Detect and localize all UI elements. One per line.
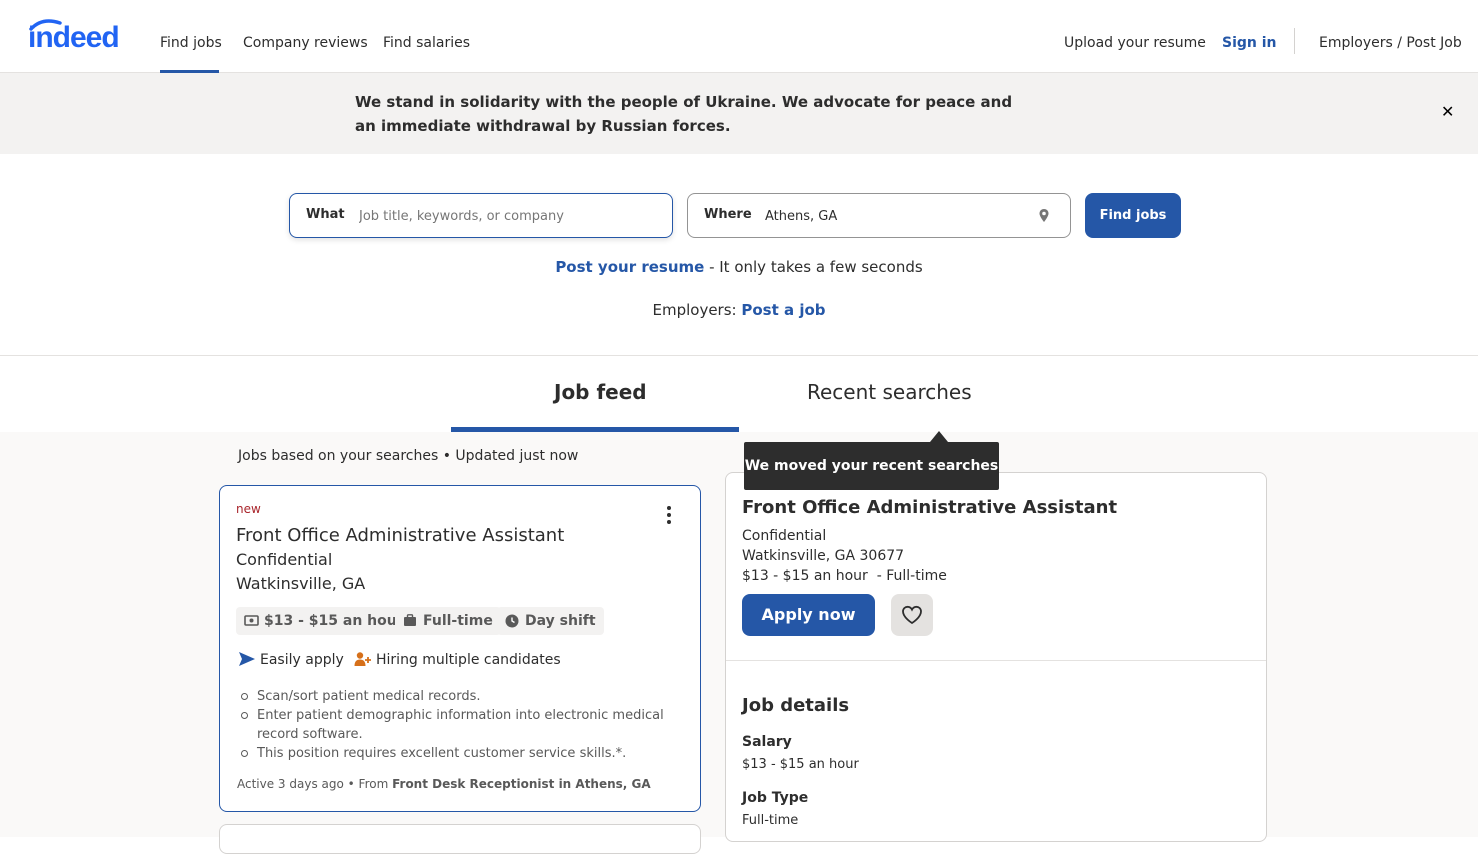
tooltip-arrow [930,431,948,442]
card-footer: Active 3 days ago • From Front Desk Rece… [237,777,651,791]
employers-post-job-link[interactable]: Employers / Post Job [1319,33,1462,53]
job-card[interactable]: new Front Office Administrative Assistan… [219,485,701,812]
banner-message: We stand in solidarity with the people o… [355,93,1013,135]
list-item: Enter patient demographic information in… [241,706,677,744]
header-divider [1294,28,1295,54]
salary-label: Salary [742,734,792,750]
find-jobs-button[interactable]: Find jobs [1085,193,1181,238]
salary-value: $13 - $15 an hour [742,757,859,772]
next-job-card[interactable] [219,824,701,854]
shift-chip-text: Day shift [525,613,596,629]
company-name: Confidential [236,550,333,569]
job-type-label: Job Type [742,790,809,806]
detail-job-title: Front Office Administrative Assistant [742,497,1118,518]
briefcase-icon [404,614,416,626]
job-location: Watkinsville, GA [236,574,366,593]
salary-chip: $13 - $15 an hour [236,607,412,635]
job-type-chip-text: Full-time [423,613,493,629]
indeed-logo-mark: indeed [28,19,120,54]
post-resume-text: - It only takes a few seconds [704,258,923,276]
top-header: indeed Find jobs Company reviews Find sa… [0,0,1478,73]
detail-header: Front Office Administrative Assistant Co… [726,473,1266,661]
post-a-job-link[interactable]: Post a job [741,301,825,319]
heart-icon [902,605,922,625]
where-search-box[interactable]: Where [687,193,1071,238]
easily-apply-text: Easily apply [260,652,344,668]
nav-find-jobs[interactable]: Find jobs [160,33,222,53]
tabs-divider [0,355,1478,356]
feed-meta: Jobs based on your searches • Updated ju… [238,448,579,464]
apply-now-button[interactable]: Apply now [742,594,875,636]
sign-in-link[interactable]: Sign in [1222,33,1277,53]
indeed-logo[interactable]: indeed [28,17,134,54]
job-type-value: Full-time [742,813,799,828]
active-date: Active 3 days ago • From [237,777,393,791]
hiring-multiple-text: Hiring multiple candidates [376,652,561,668]
easily-apply-flag: Easily apply [239,650,344,670]
job-detail-panel: Front Office Administrative Assistant Co… [725,472,1267,842]
upload-resume-link[interactable]: Upload your resume [1064,33,1206,53]
job-type-chip: Full-time [395,607,501,635]
post-resume-link[interactable]: Post your resume [555,258,704,276]
money-icon [244,615,259,626]
job-title[interactable]: Front Office Administrative Assistant [236,524,564,548]
what-input[interactable] [359,203,659,229]
shift-chip: Day shift [497,607,604,635]
employers-line: Employers: Post a job [0,301,1478,319]
ukraine-banner: We stand in solidarity with the people o… [0,73,1478,154]
nav-find-salaries[interactable]: Find salaries [383,33,470,53]
save-job-button[interactable] [891,594,933,636]
tab-recent-searches[interactable]: Recent searches [807,378,972,406]
list-item: Scan/sort patient medical records. [241,687,677,706]
where-label: Where [704,207,752,222]
clock-icon [505,614,519,628]
job-snippet-list: Scan/sort patient medical records. Enter… [241,687,677,763]
what-label: What [306,207,345,222]
location-pin-icon [1039,209,1049,222]
hiring-multiple-flag: Hiring multiple candidates [354,650,561,670]
salary-chip-text: $13 - $15 an hour [264,613,404,629]
recent-searches-tooltip: We moved your recent searches [744,442,999,490]
what-search-box[interactable]: What [289,193,673,238]
employers-prefix: Employers: [652,301,742,319]
job-details-heading: Job details [742,695,850,716]
source-search-link[interactable]: Front Desk Receptionist in Athens, GA [392,777,651,791]
where-input[interactable] [765,203,1025,229]
nav-company-reviews[interactable]: Company reviews [243,33,368,53]
detail-company[interactable]: Confidential [742,526,826,546]
list-item: This position requires excellent custome… [241,744,677,763]
more-options-icon[interactable] [664,506,674,528]
new-badge: new [236,502,261,516]
close-icon[interactable]: ✕ [1441,103,1454,121]
person-add-icon [354,652,371,666]
post-resume-line: Post your resume - It only takes a few s… [0,258,1478,276]
detail-location: Watkinsville, GA 30677 [742,548,905,564]
tab-job-feed[interactable]: Job feed [554,378,647,406]
send-arrow-icon [239,652,255,666]
detail-pay: $13 - $15 an hour - Full-time [742,568,947,584]
